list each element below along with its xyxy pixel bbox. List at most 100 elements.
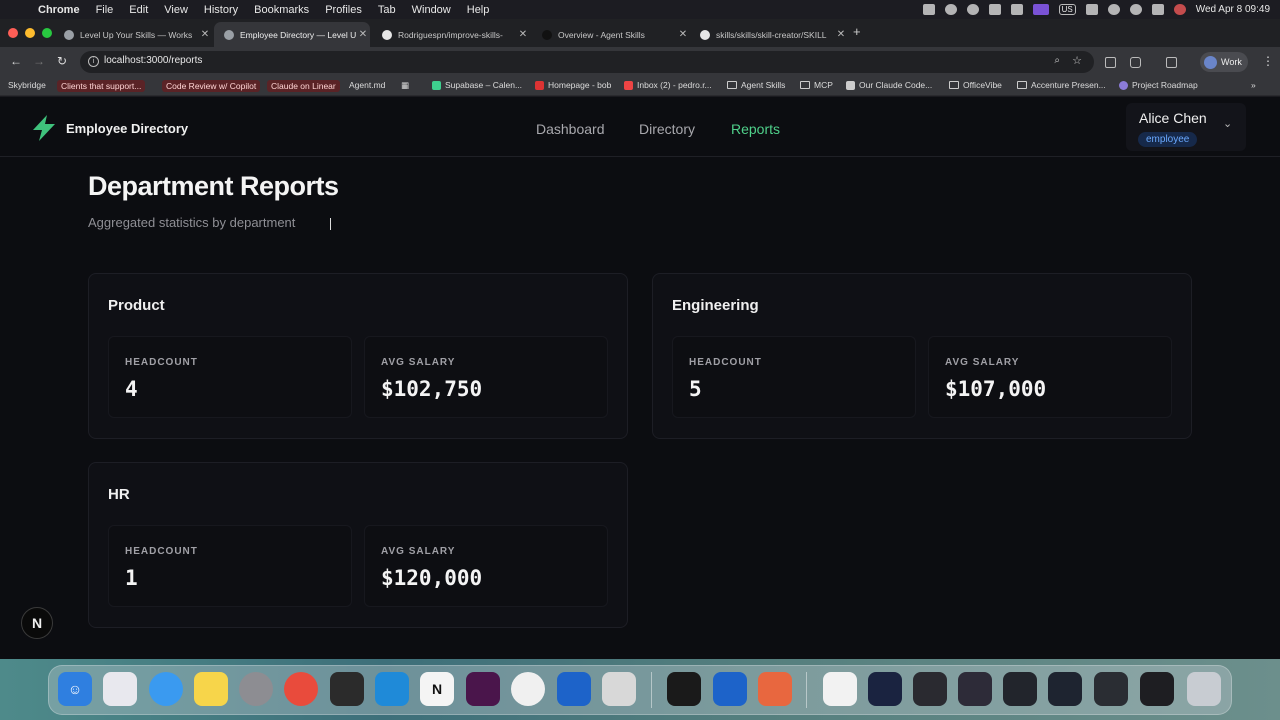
notion-icon[interactable]: N [420,672,454,706]
window-thumbnail-icon[interactable] [1140,672,1174,706]
browser-tab[interactable]: Level Up Your Skills — Works ✕ [54,22,212,47]
browser-tab[interactable]: skills/skills/skill-creator/SKILL ✕ [690,22,848,47]
forward-icon[interactable]: → [33,54,45,68]
menu-bookmarks[interactable]: Bookmarks [254,4,309,16]
notes-icon[interactable] [194,672,228,706]
bookmark-label: Inbox (2) - pedro.r... [637,80,712,90]
menu-profiles[interactable]: Profiles [325,4,362,16]
close-tab-icon[interactable]: ✕ [516,29,530,40]
close-tab-icon[interactable]: ✕ [356,29,370,40]
browser-tab-active[interactable]: Employee Directory — Level U ✕ [214,22,370,47]
bookmark-folder[interactable]: OfficeVibe [949,80,1002,90]
window-thumbnail-icon[interactable] [868,672,902,706]
openai-icon[interactable] [966,4,979,15]
docker-desktop-icon[interactable] [713,672,747,706]
battery-icon[interactable] [1085,4,1098,15]
menu-window[interactable]: Window [412,4,451,16]
close-window-button[interactable] [8,28,18,38]
claude-icon[interactable] [758,672,792,706]
close-tab-icon[interactable]: ✕ [834,29,848,40]
nav-directory[interactable]: Directory [639,121,695,137]
zoom-window-button[interactable] [42,28,52,38]
window-thumbnail-icon[interactable] [958,672,992,706]
safari-icon[interactable] [149,672,183,706]
bookmark-folder[interactable]: Accenture Presen... [1017,80,1106,90]
window-thumbnail-icon[interactable] [1048,672,1082,706]
window-thumbnail-icon[interactable] [1094,672,1128,706]
close-tab-icon[interactable]: ✕ [676,29,690,40]
back-icon[interactable]: ← [10,54,22,68]
bookmark-item[interactable]: Code Review w/ Copilot [162,80,261,92]
browser-tab[interactable]: Overview - Agent Skills ✕ [532,22,690,47]
terminal-icon[interactable] [667,672,701,706]
lightning-logo-icon[interactable] [30,114,58,142]
close-tab-icon[interactable]: ✕ [198,29,212,40]
nav-reports[interactable]: Reports [731,121,780,137]
more-bookmarks-icon[interactable]: » [1251,80,1256,90]
bookmark-item[interactable]: Claude on Linear [267,80,340,92]
chrome-icon[interactable] [284,672,318,706]
trash-icon[interactable] [1187,672,1221,706]
cube-app-icon[interactable] [330,672,364,706]
minimize-window-button[interactable] [25,28,35,38]
app-brand[interactable]: Employee Directory [66,121,188,136]
bookmark-folder[interactable]: Agent Skills [727,80,785,90]
menu-file[interactable]: File [96,4,114,16]
menu-view[interactable]: View [164,4,188,16]
menu-app-name[interactable]: Chrome [38,4,80,16]
input-source[interactable]: US [1058,4,1076,15]
zoom-icon[interactable]: ⌕ [1054,55,1060,66]
cloud-icon[interactable] [988,4,1001,15]
linear-icon[interactable] [602,672,636,706]
extensions-icon[interactable] [1130,57,1141,68]
menu-clock[interactable]: Wed Apr 8 09:49 [1196,4,1270,15]
bookmark-item[interactable]: Project Roadmap [1119,80,1198,90]
document-preview-icon[interactable] [823,672,857,706]
nextjs-dev-badge[interactable]: N [21,607,53,639]
reload-icon[interactable]: ↻ [57,54,67,68]
site-info-icon[interactable]: i [88,56,99,67]
profile-button[interactable]: Work [1200,52,1248,72]
bookmark-item[interactable]: Clients that support... [57,80,146,92]
screen-record-icon[interactable] [922,4,935,15]
new-tab-icon[interactable]: + [853,24,861,39]
system-settings-icon[interactable] [239,672,273,706]
siri-icon[interactable] [1173,4,1186,15]
shield-extension-icon[interactable] [1105,57,1116,68]
chevron-down-icon[interactable]: ⌄ [1223,117,1232,130]
notion-icon[interactable] [1010,4,1023,15]
chrome-menu-icon[interactable]: ⋮ [1262,54,1274,68]
bookmark-item[interactable]: Supabase – Calen... [432,80,522,90]
wifi-icon[interactable] [1107,4,1120,15]
chatgpt-icon[interactable] [511,672,545,706]
bookmark-star-icon[interactable]: ☆ [1072,54,1082,67]
address-bar[interactable]: i localhost:3000/reports ⌕ ☆ [80,51,1094,73]
bookmark-item[interactable]: Inbox (2) - pedro.r... [624,80,712,90]
menu-history[interactable]: History [204,4,238,16]
bookmark-item[interactable]: Skybridge [8,80,46,90]
bookmark-item[interactable]: Agent.md [349,80,385,90]
bookmark-item[interactable]: Homepage - bob [535,80,611,90]
screen-share-icon[interactable] [1032,4,1049,15]
window-thumbnail-icon[interactable] [1003,672,1037,706]
browser-tab[interactable]: Rodriguespn/improve-skills- ✕ [372,22,530,47]
side-panel-icon[interactable] [1166,57,1177,68]
bookmark-folder[interactable]: MCP [800,80,833,90]
menu-edit[interactable]: Edit [129,4,148,16]
apps-grid-icon[interactable]: ▦ [401,80,409,91]
nav-dashboard[interactable]: Dashboard [536,121,605,137]
sparkle-icon[interactable] [944,4,957,15]
menu-tab[interactable]: Tab [378,4,396,16]
docker-icon[interactable] [557,672,591,706]
user-menu[interactable]: Alice Chen employee ⌄ [1126,103,1246,151]
control-center-icon[interactable] [1151,4,1164,15]
slack-icon[interactable] [466,672,500,706]
launchpad-icon[interactable] [103,672,137,706]
menu-help[interactable]: Help [467,4,490,16]
bookmark-item[interactable]: Our Claude Code... [846,80,932,90]
window-thumbnail-icon[interactable] [913,672,947,706]
finder-icon[interactable]: ☺ [58,672,92,706]
url-text[interactable]: localhost:3000/reports [104,55,202,66]
spotlight-icon[interactable] [1129,4,1142,15]
vscode-icon[interactable] [375,672,409,706]
